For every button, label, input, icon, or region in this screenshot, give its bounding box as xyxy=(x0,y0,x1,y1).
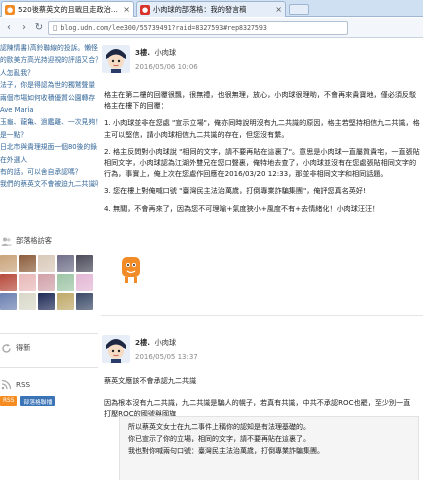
quoted-reply: 所以蔡英文女士在九二事件上稱你的認知是有法理基礎的。 你已宣示了你的立場，相同的… xyxy=(119,416,419,480)
rss-header: RSS xyxy=(0,378,98,390)
sidebar-article-link[interactable]: 在外選人 xyxy=(0,154,98,166)
visitor-avatar[interactable] xyxy=(57,293,74,310)
rss-title: RSS xyxy=(16,379,31,389)
comment-body: 蔡英文應該不會承認九二共識 xyxy=(104,375,420,392)
comment-floor-author: 2樓. 小肉球 xyxy=(135,338,176,348)
tab-title: 520後蔡英文的且戰且走政治生態 xyxy=(18,4,121,14)
sidebar-article-link[interactable]: 日北市與貴理規面一個80後的錄目中國 xyxy=(0,141,98,153)
floor-number: 3樓. xyxy=(135,48,150,57)
recent-header: 得新 xyxy=(0,342,98,354)
sidebar-article-link[interactable]: 玉龜、龍亀、過鑑離、一次見夠！ xyxy=(0,116,98,128)
sidebar-article-list: 認陳情書)高鈴聯線的投訴。懶怪台 的歐美方高光持迎視的評語又合？ 人怎亂我？ 法… xyxy=(0,42,98,191)
recent-widget: 得新 xyxy=(0,333,98,354)
browser-tab-bar: ● 520後蔡英文的且戰且走政治生態 × ● 小肉球的部落格：我的發言稿 × xyxy=(0,0,423,17)
author-link[interactable]: 小肉球 xyxy=(155,48,177,57)
page-icon: ▯ xyxy=(53,23,58,32)
quote-line: 我也對你喊兩句口號：臺灣民主法治萬歲，打倒專業詐騙集團。 xyxy=(128,447,324,456)
sidebar-article-link[interactable]: Ave Maria xyxy=(0,104,98,116)
recent-title: 得新 xyxy=(16,343,31,352)
back-arrow-icon[interactable]: ‹ xyxy=(3,21,15,35)
new-tab-button[interactable] xyxy=(289,4,309,15)
comment-body: 格主在第二樓的回覆很飄，很無禮，也很無理，放心，小肉球很理喲，不會再來貴寶地，僅… xyxy=(104,89,420,220)
url-text: blog.udn.com/lee300/55739491?raid=832759… xyxy=(60,23,267,32)
comment-paragraph: 1. 小肉球並非在您處 "宣示立場"，俺亦同時說明沒有九二共識的原因，格主若堅持… xyxy=(104,118,420,139)
comment-header: 2樓. 小肉球 2016/05/05 13:37 xyxy=(101,329,423,371)
visitor-avatar-grid xyxy=(0,255,98,310)
visitor-avatar[interactable] xyxy=(19,274,36,291)
comment-paragraph: 2. 格主反問對小肉球說 "相同的文字，請不要再貼在這裏了"。意思是小肉球一直屬… xyxy=(104,146,420,179)
visitor-avatar[interactable] xyxy=(38,274,55,291)
reload-icon[interactable]: ↻ xyxy=(33,21,45,35)
visitor-avatar[interactable] xyxy=(57,255,74,272)
sidebar-article-link[interactable]: 人怎亂我？ xyxy=(0,67,98,79)
blog-syndication-button[interactable]: 部落格聯播 xyxy=(20,396,56,406)
sidebar-article-link[interactable]: 我們的蔡英文不會被迫九二共識嗎 xyxy=(0,178,98,190)
refresh-icon xyxy=(0,342,12,354)
browser-tab-inactive[interactable]: ● 小肉球的部落格：我的發言稿 × xyxy=(136,1,286,17)
visitor-avatar[interactable] xyxy=(0,293,17,310)
users-icon xyxy=(0,235,12,247)
comment-paragraph: 4. 無關，不會再來了，因為您不可理喻+氣度狹小+風度不有+去情緒化！小肉球汪汪… xyxy=(104,203,380,213)
comment-floor-author: 3樓. 小肉球 xyxy=(135,48,176,58)
comment-divider xyxy=(101,315,423,316)
quote-line: 你已宣示了你的立場，相同的文字，請不要再貼在這裏了。 xyxy=(128,435,310,444)
rss-widget: RSS RSS 部落格聯播 xyxy=(0,367,98,406)
comment-date: 2016/05/06 10:06 xyxy=(135,63,198,71)
blog-sidebar: 認陳情書)高鈴聯線的投訴。懶怪台 的歐美方高光持迎視的評語又合？ 人怎亂我？ 法… xyxy=(0,39,98,480)
visitor-avatar[interactable] xyxy=(38,293,55,310)
close-icon[interactable]: × xyxy=(275,5,282,14)
address-bar[interactable]: ▯ blog.udn.com/lee300/55739491?raid=8327… xyxy=(48,20,348,35)
sidebar-article-link[interactable]: 是一點？ xyxy=(0,129,98,141)
comment-header: 3樓. 小肉球 2016/05/06 10:06 xyxy=(101,39,423,81)
sidebar-article-link[interactable]: 的歐美方高光持迎視的評語又合？ xyxy=(0,54,98,66)
comment-paragraph: 蔡英文應該不會承認九二共識 xyxy=(104,376,197,385)
mascot-emoticon xyxy=(119,255,143,285)
visitor-avatar[interactable] xyxy=(76,274,93,291)
visitor-avatar[interactable] xyxy=(0,255,17,272)
sidebar-article-link[interactable]: 法子，你是得認為世的獨鷲聲量 xyxy=(0,79,98,91)
sidebar-article-link[interactable]: 有的話，可以舍自承認嗎？ xyxy=(0,166,98,178)
author-link[interactable]: 小肉球 xyxy=(155,338,177,347)
visitor-avatar[interactable] xyxy=(57,274,74,291)
udn-favicon-icon: ● xyxy=(5,4,15,15)
browser-tab-active[interactable]: ● 520後蔡英文的且戰且走政治生態 × xyxy=(1,1,134,17)
comment-list: 3樓. 小肉球 2016/05/06 10:06 格主在第二樓的回覆很飄，很無禮… xyxy=(101,39,423,480)
comment-date: 2016/05/05 13:37 xyxy=(135,353,198,361)
browser-toolbar: ‹ › ↻ ▯ blog.udn.com/lee300/55739491?rai… xyxy=(0,18,423,38)
visitors-widget: 部落格訪客 xyxy=(0,235,98,310)
rss-button-row: RSS 部落格聯播 xyxy=(0,396,98,406)
visitors-header: 部落格訪客 xyxy=(0,235,98,247)
blog-favicon-icon: ● xyxy=(140,4,150,15)
visitor-avatar[interactable] xyxy=(19,255,36,272)
visitor-avatar[interactable] xyxy=(0,274,17,291)
rss-button[interactable]: RSS xyxy=(0,396,18,406)
rss-feed-icon xyxy=(0,378,12,390)
visitor-avatar[interactable] xyxy=(38,255,55,272)
sidebar-article-link[interactable]: 兩個市場如何收積優質公園轉存 xyxy=(0,92,98,104)
close-icon[interactable]: × xyxy=(123,5,130,14)
avatar[interactable] xyxy=(102,335,130,363)
avatar[interactable] xyxy=(102,45,130,73)
visitors-title: 部落格訪客 xyxy=(16,236,52,245)
floor-number: 2樓. xyxy=(135,338,150,347)
tab-title: 小肉球的部落格：我的發言稿 xyxy=(153,4,247,14)
comment-paragraph: 格主在第二樓的回覆很飄，很無禮，也很無理，放心，小肉球很理喲，不會再來貴寶地，僅… xyxy=(104,90,417,111)
quote-line: 所以蔡英文女士在九二事件上稱你的認知是有法理基礎的。 xyxy=(128,423,310,431)
visitor-avatar[interactable] xyxy=(76,293,93,310)
comment-paragraph: 3. 您在樓上對俺喊口號 "臺灣民主法治萬歲，打倒專業詐騙集團"，俺評您真名英好… xyxy=(104,186,366,196)
forward-arrow-icon[interactable]: › xyxy=(18,21,30,35)
visitor-avatar[interactable] xyxy=(19,293,36,310)
visitor-avatar[interactable] xyxy=(76,255,93,272)
sidebar-article-link[interactable]: 認陳情書)高鈴聯線的投訴。懶怪台 xyxy=(0,42,98,54)
